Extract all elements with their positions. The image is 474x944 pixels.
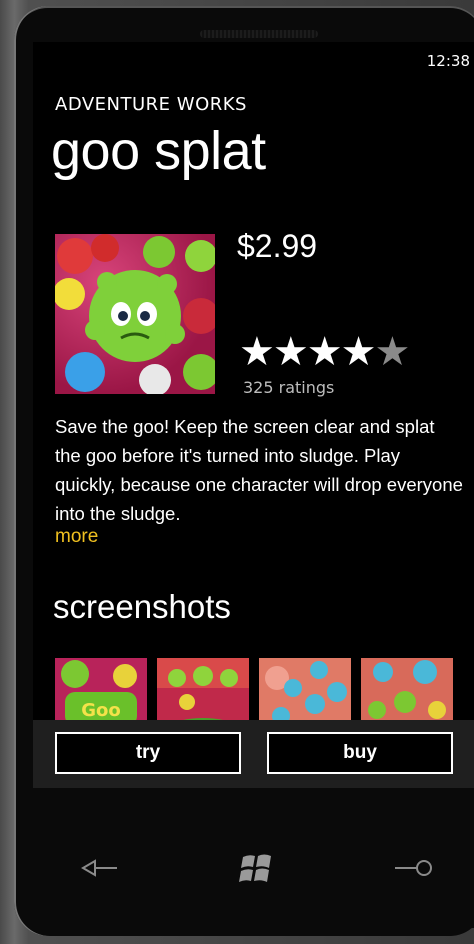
app-price: $2.99: [237, 228, 318, 264]
star-half-icon: ★: [374, 329, 410, 375]
back-icon: [81, 859, 117, 877]
search-button[interactable]: [389, 848, 439, 888]
app-description: Save the goo! Keep the screen clear and …: [55, 416, 463, 524]
windows-icon: [239, 854, 271, 882]
screenshots-heading: screenshots: [53, 588, 231, 625]
more-link[interactable]: more: [55, 526, 98, 548]
hardware-nav-bar: [33, 788, 474, 928]
star-icon: ★: [306, 329, 343, 375]
start-button[interactable]: [231, 848, 281, 888]
try-button[interactable]: try: [55, 732, 241, 774]
goo-characters-icon: [55, 234, 215, 394]
search-icon: [395, 860, 432, 876]
buy-button[interactable]: buy: [267, 732, 453, 774]
rating-count: 325 ratings: [243, 378, 335, 397]
star-icon: ★: [272, 329, 309, 375]
star-icon: ★: [340, 329, 377, 375]
app-bar: try buy: [33, 720, 474, 788]
phone-device: 12:38 ADVENTURE WORKS goo splat $2.99 ★★…: [0, 0, 474, 944]
app-icon: [55, 234, 215, 394]
screen: 12:38 ADVENTURE WORKS goo splat $2.99 ★★…: [33, 42, 474, 760]
svg-text:Goo: Goo: [81, 700, 121, 721]
publisher-name: ADVENTURE WORKS: [55, 94, 247, 115]
status-clock: 12:38: [426, 52, 470, 70]
speaker-grille: [200, 30, 318, 38]
back-button[interactable]: [75, 848, 125, 888]
rating-stars: ★★★★★: [239, 329, 410, 375]
app-title: goo splat: [51, 121, 266, 181]
star-icon: ★: [239, 329, 275, 375]
